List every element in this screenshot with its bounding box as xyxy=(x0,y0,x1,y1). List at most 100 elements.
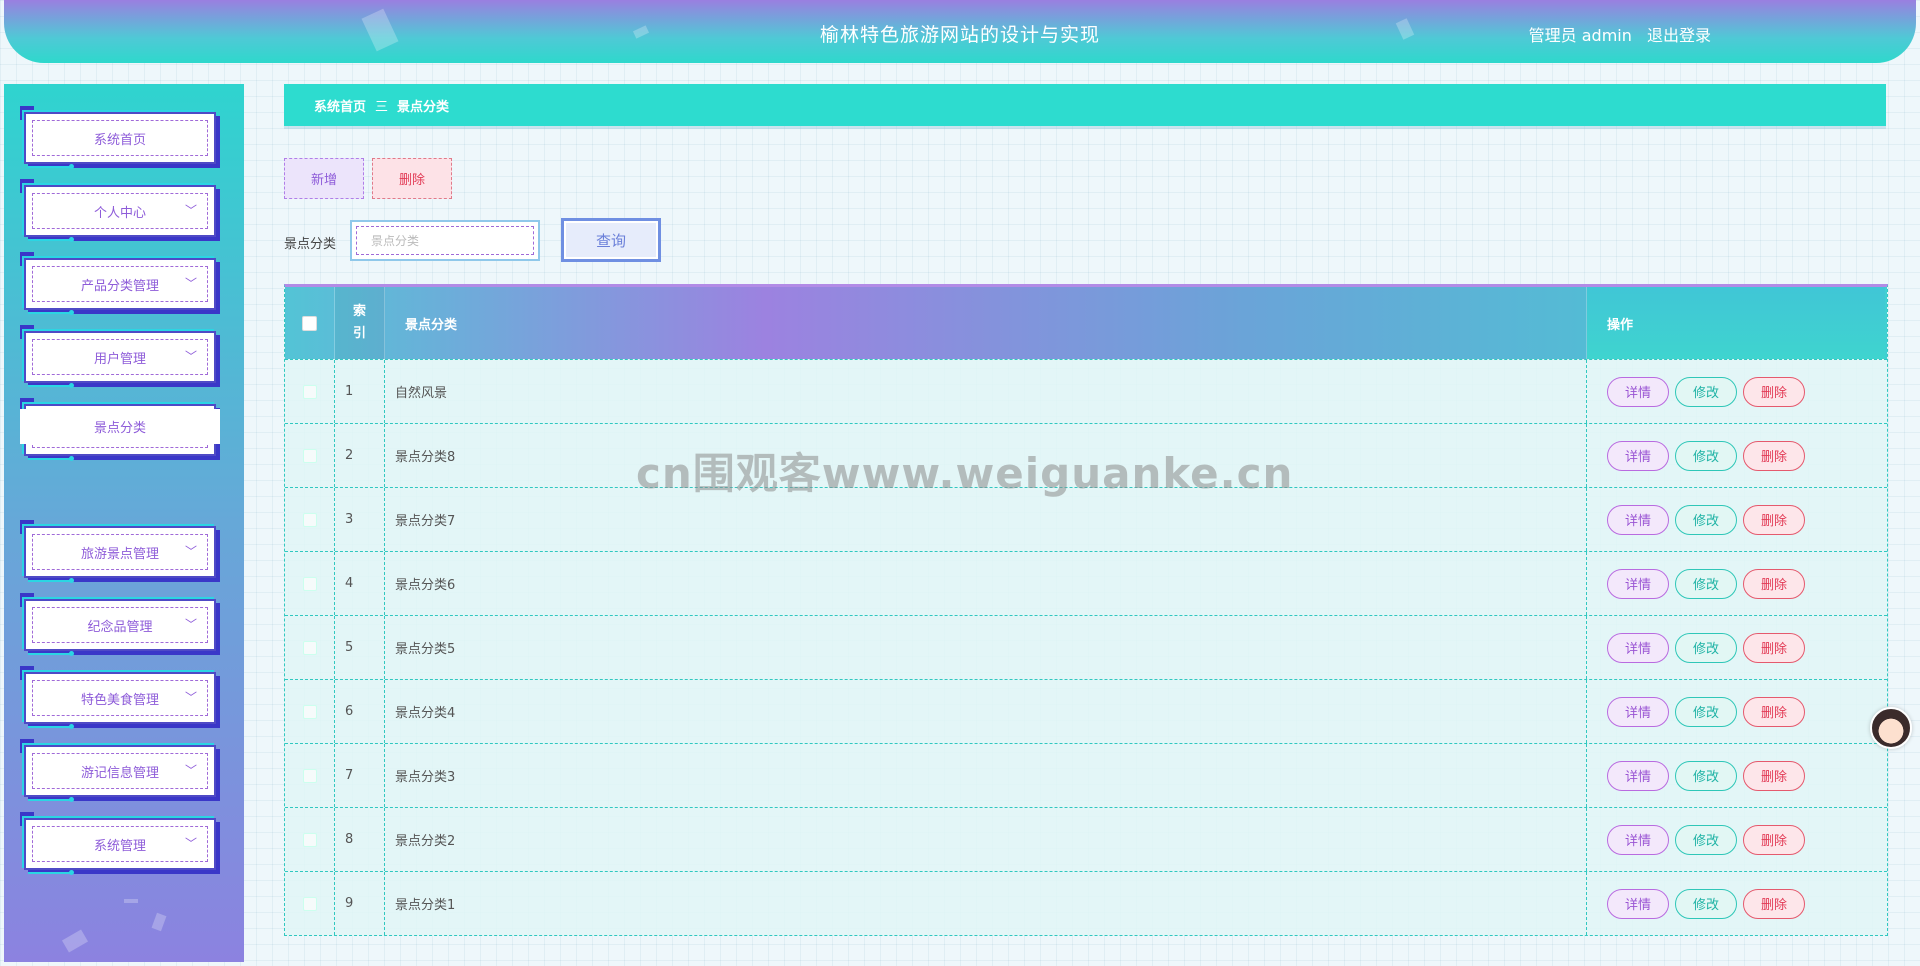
row-index: 1 xyxy=(335,360,385,423)
edit-button[interactable]: 修改 xyxy=(1675,504,1737,535)
menu-button[interactable]: 系统首页 xyxy=(32,120,208,156)
sidebar-item[interactable]: 个人中心 ﹀ xyxy=(20,179,220,242)
edit-button[interactable]: 修改 xyxy=(1675,888,1737,919)
sidebar-item-label: 旅游景点管理 xyxy=(80,546,159,562)
menu-button[interactable]: 纪念品管理 ﹀ xyxy=(32,607,208,643)
table-row: 7 景点分类3 详情 修改 删除 xyxy=(285,743,1887,807)
chevron-down-icon: ﹀ xyxy=(184,690,197,705)
detail-button[interactable]: 详情 xyxy=(1607,376,1669,407)
header-user-area: 管理员 admin 退出登录 xyxy=(1529,22,1711,46)
row-actions: 详情 修改 删除 xyxy=(1587,552,1885,615)
detail-button[interactable]: 详情 xyxy=(1607,568,1669,599)
menu-tick-decoration xyxy=(28,651,74,656)
row-actions: 详情 修改 删除 xyxy=(1587,872,1885,935)
detail-button[interactable]: 详情 xyxy=(1607,504,1669,535)
assistant-avatar[interactable] xyxy=(1870,707,1912,749)
sidebar-item-label: 特色美食管理 xyxy=(80,692,159,708)
edit-button[interactable]: 修改 xyxy=(1675,568,1737,599)
menu-button[interactable]: 用户管理 ﹀ xyxy=(32,339,208,375)
detail-button[interactable]: 详情 xyxy=(1607,824,1669,855)
row-index: 9 xyxy=(335,872,385,935)
detail-button[interactable]: 详情 xyxy=(1607,760,1669,791)
data-table: 索引 景点分类 操作 1 自然风景 详情 修改 删除 2 景点分类8 详情 修改 删除 3 景点分类7… xyxy=(284,284,1888,936)
delete-button[interactable]: 删除 xyxy=(1743,568,1805,599)
row-index: 5 xyxy=(335,616,385,679)
menu-frame: 旅游景点管理 ﹀ xyxy=(24,526,216,578)
sidebar-item[interactable]: 纪念品管理 ﹀ xyxy=(20,593,220,656)
row-actions: 详情 修改 删除 xyxy=(1587,424,1885,487)
add-button[interactable]: 新增 xyxy=(284,158,364,199)
row-actions: 详情 修改 删除 xyxy=(1587,744,1885,807)
detail-button[interactable]: 详情 xyxy=(1607,440,1669,471)
row-index: 3 xyxy=(335,488,385,551)
delete-button[interactable]: 删除 xyxy=(1743,504,1805,535)
detail-button[interactable]: 详情 xyxy=(1607,632,1669,663)
breadcrumb: 系统首页 三 景点分类 xyxy=(284,84,1886,126)
logout-link[interactable]: 退出登录 xyxy=(1647,26,1711,45)
menu-button[interactable]: 产品分类管理 ﹀ xyxy=(32,266,208,302)
detail-button[interactable]: 详情 xyxy=(1607,696,1669,727)
edit-button[interactable]: 修改 xyxy=(1675,696,1737,727)
sidebar-item[interactable]: 游记信息管理 ﹀ xyxy=(20,739,220,802)
row-checkbox[interactable] xyxy=(302,512,317,527)
sidebar-item-label: 游记信息管理 xyxy=(80,765,159,781)
chevron-down-icon: ﹀ xyxy=(184,349,197,364)
row-category-name: 景点分类2 xyxy=(385,808,1587,871)
search-input[interactable] xyxy=(356,226,534,255)
row-actions: 详情 修改 删除 xyxy=(1587,680,1885,743)
menu-button[interactable]: 特色美食管理 ﹀ xyxy=(32,680,208,716)
menu-button[interactable]: 旅游景点管理 ﹀ xyxy=(32,534,208,570)
sidebar-item[interactable]: 旅游景点管理 ﹀ xyxy=(20,520,220,583)
delete-button[interactable]: 删除 xyxy=(1743,888,1805,919)
row-checkbox[interactable] xyxy=(302,448,317,463)
row-checkbox[interactable] xyxy=(302,768,317,783)
menu-frame: 个人中心 ﹀ xyxy=(24,185,216,237)
row-checkbox[interactable] xyxy=(302,896,317,911)
delete-button[interactable]: 删除 xyxy=(1743,632,1805,663)
delete-button[interactable]: 删除 xyxy=(1743,696,1805,727)
menu-button[interactable]: 个人中心 ﹀ xyxy=(32,193,208,229)
edit-button[interactable]: 修改 xyxy=(1675,440,1737,471)
menu-tick-decoration xyxy=(28,870,74,875)
submenu-item-scenic-category[interactable]: 景点分类 xyxy=(20,409,220,444)
row-actions: 详情 修改 删除 xyxy=(1587,488,1885,551)
row-checkbox[interactable] xyxy=(302,576,317,591)
batch-delete-button[interactable]: 删除 xyxy=(372,158,452,199)
row-index: 6 xyxy=(335,680,385,743)
detail-button[interactable]: 详情 xyxy=(1607,888,1669,919)
edit-button[interactable]: 修改 xyxy=(1675,376,1737,407)
top-header: 榆林特色旅游网站的设计与实现 管理员 admin 退出登录 xyxy=(4,0,1916,63)
row-checkbox[interactable] xyxy=(302,704,317,719)
edit-button[interactable]: 修改 xyxy=(1675,632,1737,663)
delete-button[interactable]: 删除 xyxy=(1743,824,1805,855)
sidebar-item[interactable]: 系统首页 xyxy=(20,106,220,169)
select-all-checkbox[interactable] xyxy=(302,315,317,331)
row-actions: 详情 修改 删除 xyxy=(1587,616,1885,679)
sidebar-decoration xyxy=(151,912,167,932)
breadcrumb-home[interactable]: 系统首页 xyxy=(314,96,366,115)
sidebar-item[interactable]: 产品分类管理 ﹀ xyxy=(20,252,220,315)
row-checkbox[interactable] xyxy=(302,384,317,399)
sidebar-item[interactable]: 特色美食管理 ﹀ xyxy=(20,666,220,729)
row-checkbox[interactable] xyxy=(302,832,317,847)
menu-frame: 纪念品管理 ﹀ xyxy=(24,599,216,651)
delete-button[interactable]: 删除 xyxy=(1743,376,1805,407)
sidebar-item-label: 产品分类管理 xyxy=(80,278,159,294)
delete-button[interactable]: 删除 xyxy=(1743,440,1805,471)
edit-button[interactable]: 修改 xyxy=(1675,760,1737,791)
row-select-cell xyxy=(285,424,335,487)
sidebar-item[interactable]: 系统管理 ﹀ xyxy=(20,812,220,875)
row-actions: 详情 修改 删除 xyxy=(1587,808,1885,871)
sidebar-item[interactable]: 用户管理 ﹀ xyxy=(20,325,220,388)
row-index: 4 xyxy=(335,552,385,615)
menu-button[interactable]: 系统管理 ﹀ xyxy=(32,826,208,862)
row-category-name: 景点分类6 xyxy=(385,552,1587,615)
search-button[interactable]: 查询 xyxy=(561,218,661,262)
row-checkbox[interactable] xyxy=(302,640,317,655)
row-select-cell xyxy=(285,488,335,551)
sidebar-item-label: 用户管理 xyxy=(93,351,146,367)
row-category-name: 景点分类5 xyxy=(385,616,1587,679)
delete-button[interactable]: 删除 xyxy=(1743,760,1805,791)
menu-button[interactable]: 游记信息管理 ﹀ xyxy=(32,753,208,789)
edit-button[interactable]: 修改 xyxy=(1675,824,1737,855)
